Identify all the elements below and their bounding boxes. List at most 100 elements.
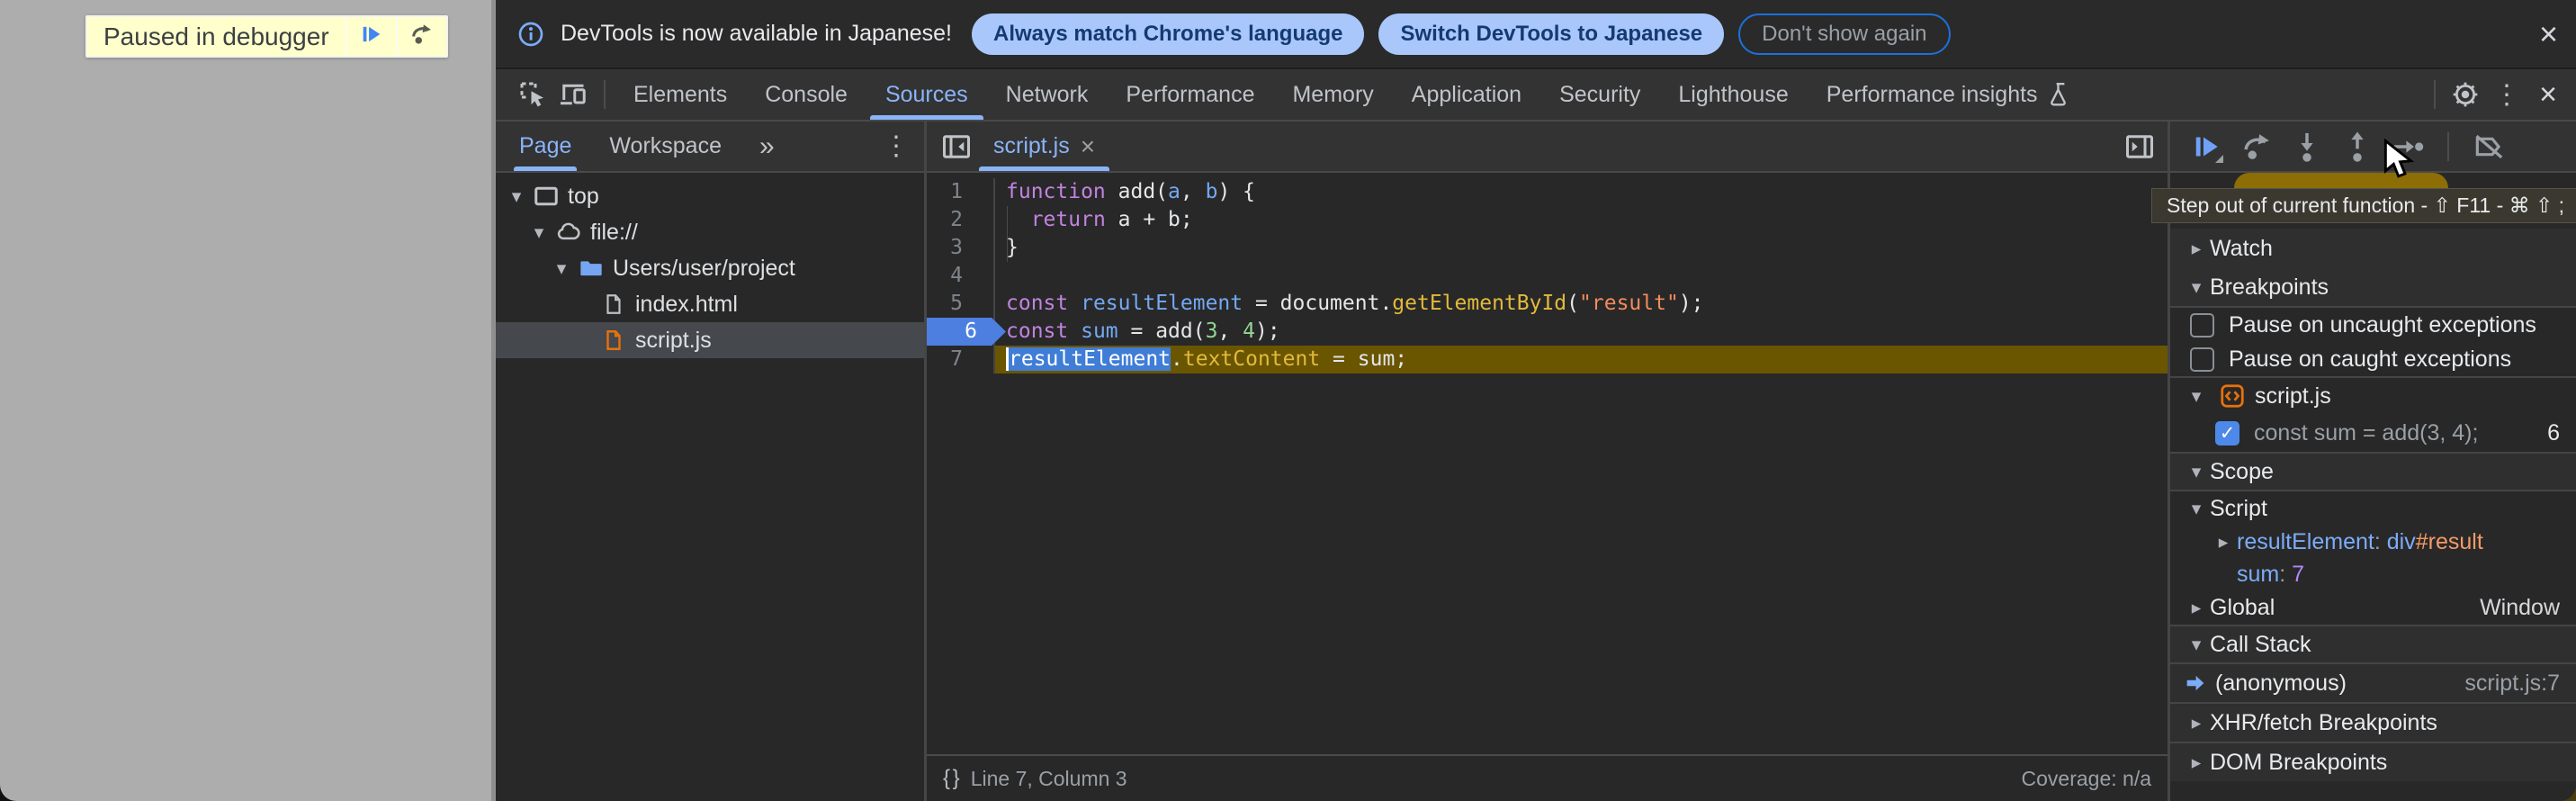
sources-panel: Page Workspace » ⋮ ▾top▾file://▾Users/use… xyxy=(496,122,2576,801)
tab-lighthouse[interactable]: Lighthouse xyxy=(1659,69,1807,120)
section-scope[interactable]: ▾Scope xyxy=(2170,452,2576,491)
breakpoint-entry[interactable]: ✓const sum = add(3, 4);6 xyxy=(2170,414,2576,452)
tab-label: Security xyxy=(1559,82,1640,108)
tab-performance[interactable]: Performance xyxy=(1107,69,1273,120)
gutter-line-4[interactable]: 4 xyxy=(927,262,995,290)
checkbox-pause-on-uncaught-exceptions[interactable]: Pause on uncaught exceptions xyxy=(2170,308,2576,342)
tree-item-index-html[interactable]: index.html xyxy=(496,286,924,322)
gutter-line-1[interactable]: 1 xyxy=(927,178,995,206)
variable-expander-icon[interactable]: ▸ xyxy=(2210,531,2237,554)
toolbar-right-cluster: ⋮ × xyxy=(2425,74,2576,115)
close-glyph: × xyxy=(2539,77,2557,112)
code-token xyxy=(1068,320,1081,343)
pretty-print-button[interactable]: { } xyxy=(943,766,958,791)
dont-show-again-button[interactable]: Don't show again xyxy=(1738,14,1950,55)
editor-tab-script-js[interactable]: script.js × xyxy=(977,122,1111,171)
deactivate-breakpoints-button[interactable] xyxy=(2469,127,2509,166)
expander-icon[interactable]: ▾ xyxy=(550,257,573,280)
code-line-content: resultElement.textContent = sum; xyxy=(995,346,2168,374)
section-dom-breakpoints[interactable]: ▸DOM Breakpoints xyxy=(2170,742,2576,781)
tree-item-file[interactable]: ▾file:// xyxy=(496,214,924,250)
more-options-kebab-icon[interactable]: ⋮ xyxy=(2486,74,2527,115)
tree-item-users-user-project[interactable]: ▾Users/user/project xyxy=(496,250,924,286)
step-over-next-button[interactable] xyxy=(396,17,446,56)
tab-console[interactable]: Console xyxy=(746,69,866,120)
gutter-line-3[interactable]: 3 xyxy=(927,234,995,262)
indent-guide xyxy=(1007,206,1008,234)
tab-sources[interactable]: Sources xyxy=(866,69,987,120)
call-frame-anonymous[interactable]: (anonymous)script.js:7 xyxy=(2170,664,2576,702)
gutter-line-7[interactable]: 7 xyxy=(927,346,995,374)
step-out-button[interactable] xyxy=(2338,127,2377,166)
paused-in-debugger-banner: Paused in debugger xyxy=(85,15,448,58)
code-line-2[interactable]: 2 return a + b; xyxy=(927,206,2168,234)
more-tabs-chevron-icon[interactable]: » xyxy=(759,131,775,162)
editor-pane: script.js × 1function add(a, b) {2 retur… xyxy=(927,122,2168,801)
code-line-4[interactable]: 4 xyxy=(927,262,2168,290)
frame-icon xyxy=(528,183,564,210)
step-into-button[interactable] xyxy=(2287,127,2327,166)
checkbox-pause-on-caught-exceptions[interactable]: Pause on caught exceptions xyxy=(2170,342,2576,376)
checkbox-icon[interactable] xyxy=(2190,313,2214,338)
collapse-debugger-sidebar-icon[interactable] xyxy=(2119,126,2160,167)
code-line-3[interactable]: 3} xyxy=(927,234,2168,262)
tab-elements[interactable]: Elements xyxy=(615,69,746,120)
navigator-kebab-icon[interactable]: ⋮ xyxy=(883,130,910,162)
checkbox-label: Pause on uncaught exceptions xyxy=(2229,312,2536,338)
switch-to-japanese-button[interactable]: Switch DevTools to Japanese xyxy=(1378,14,1724,55)
code-line-1[interactable]: 1function add(a, b) { xyxy=(927,178,2168,206)
scope-category-label: Global xyxy=(2210,595,2275,621)
breakpoint-group-script-js[interactable]: ▾script.js xyxy=(2170,376,2576,414)
infobar-close-icon[interactable]: × xyxy=(2539,18,2558,50)
breakpoint-marker[interactable]: 6 xyxy=(927,318,1006,346)
code-token: add( xyxy=(1106,180,1168,203)
expander-icon[interactable]: ▾ xyxy=(505,185,528,208)
code-line-5[interactable]: 5const resultElement = document.getEleme… xyxy=(927,290,2168,318)
device-toolbar-button[interactable] xyxy=(553,74,595,115)
script-file-icon xyxy=(2219,382,2246,410)
inspect-element-button[interactable] xyxy=(512,74,553,115)
settings-gear-icon[interactable] xyxy=(2445,74,2486,115)
section-xhr-fetch-breakpoints[interactable]: ▸XHR/fetch Breakpoints xyxy=(2170,702,2576,742)
checkbox-icon[interactable] xyxy=(2190,347,2214,372)
section-call-stack[interactable]: ▾Call Stack xyxy=(2170,625,2576,664)
expander-icon[interactable]: ▾ xyxy=(527,221,551,244)
scope-category-global[interactable]: ▸GlobalWindow xyxy=(2170,590,2576,625)
mouse-cursor xyxy=(2383,139,2419,188)
code-editor[interactable]: 1function add(a, b) {2 return a + b;3}45… xyxy=(927,173,2168,754)
gutter-line-5[interactable]: 5 xyxy=(927,290,995,318)
tab-label: Application xyxy=(1412,82,1521,108)
tab-security[interactable]: Security xyxy=(1540,69,1659,120)
tab-performance-insights[interactable]: Performance insights xyxy=(1808,69,2093,120)
code-line-content: return a + b; xyxy=(995,206,2168,234)
section-expander-icon: ▸ xyxy=(2183,238,2210,260)
code-token xyxy=(1006,208,1031,231)
resume-script-button[interactable] xyxy=(346,17,396,56)
section-watch[interactable]: ▸Watch xyxy=(2170,229,2576,268)
scope-variable-sum[interactable]: sum: 7 xyxy=(2170,558,2576,590)
code-line-6[interactable]: 6const sum = add(3, 4); xyxy=(927,318,2168,346)
section-expander-icon: ▸ xyxy=(2183,752,2210,774)
tree-item-script-js[interactable]: script.js xyxy=(496,322,924,358)
tab-application[interactable]: Application xyxy=(1393,69,1540,120)
file-orange-icon xyxy=(596,327,632,354)
devtools-close-icon[interactable]: × xyxy=(2527,74,2569,115)
navigator-tab-workspace[interactable]: Workspace xyxy=(609,122,722,171)
navigator-tab-page[interactable]: Page xyxy=(519,122,571,171)
scope-category-script[interactable]: ▾Script xyxy=(2170,491,2576,526)
breakpoint-checkbox[interactable]: ✓ xyxy=(2215,421,2239,446)
resume-button[interactable] xyxy=(2186,127,2226,166)
step-over-button[interactable] xyxy=(2237,127,2276,166)
always-match-language-button[interactable]: Always match Chrome's language xyxy=(972,14,1365,55)
scope-variable-resultelement[interactable]: ▸resultElement: div#result xyxy=(2170,526,2576,558)
gutter-line-6[interactable]: 6 xyxy=(927,318,995,346)
gutter-line-2[interactable]: 2 xyxy=(927,206,995,234)
tab-memory[interactable]: Memory xyxy=(1273,69,1392,120)
section-breakpoints[interactable]: ▾Breakpoints xyxy=(2170,268,2576,308)
tab-network[interactable]: Network xyxy=(987,69,1108,120)
collapse-navigator-icon[interactable] xyxy=(936,126,977,167)
code-line-7[interactable]: 7resultElement.textContent = sum; xyxy=(927,346,2168,374)
tree-item-top[interactable]: ▾top xyxy=(496,178,924,214)
step-out-tooltip: Step out of current function - ⇧ F11 - ⌘… xyxy=(2151,188,2576,223)
editor-tab-close-icon[interactable]: × xyxy=(1081,132,1095,161)
